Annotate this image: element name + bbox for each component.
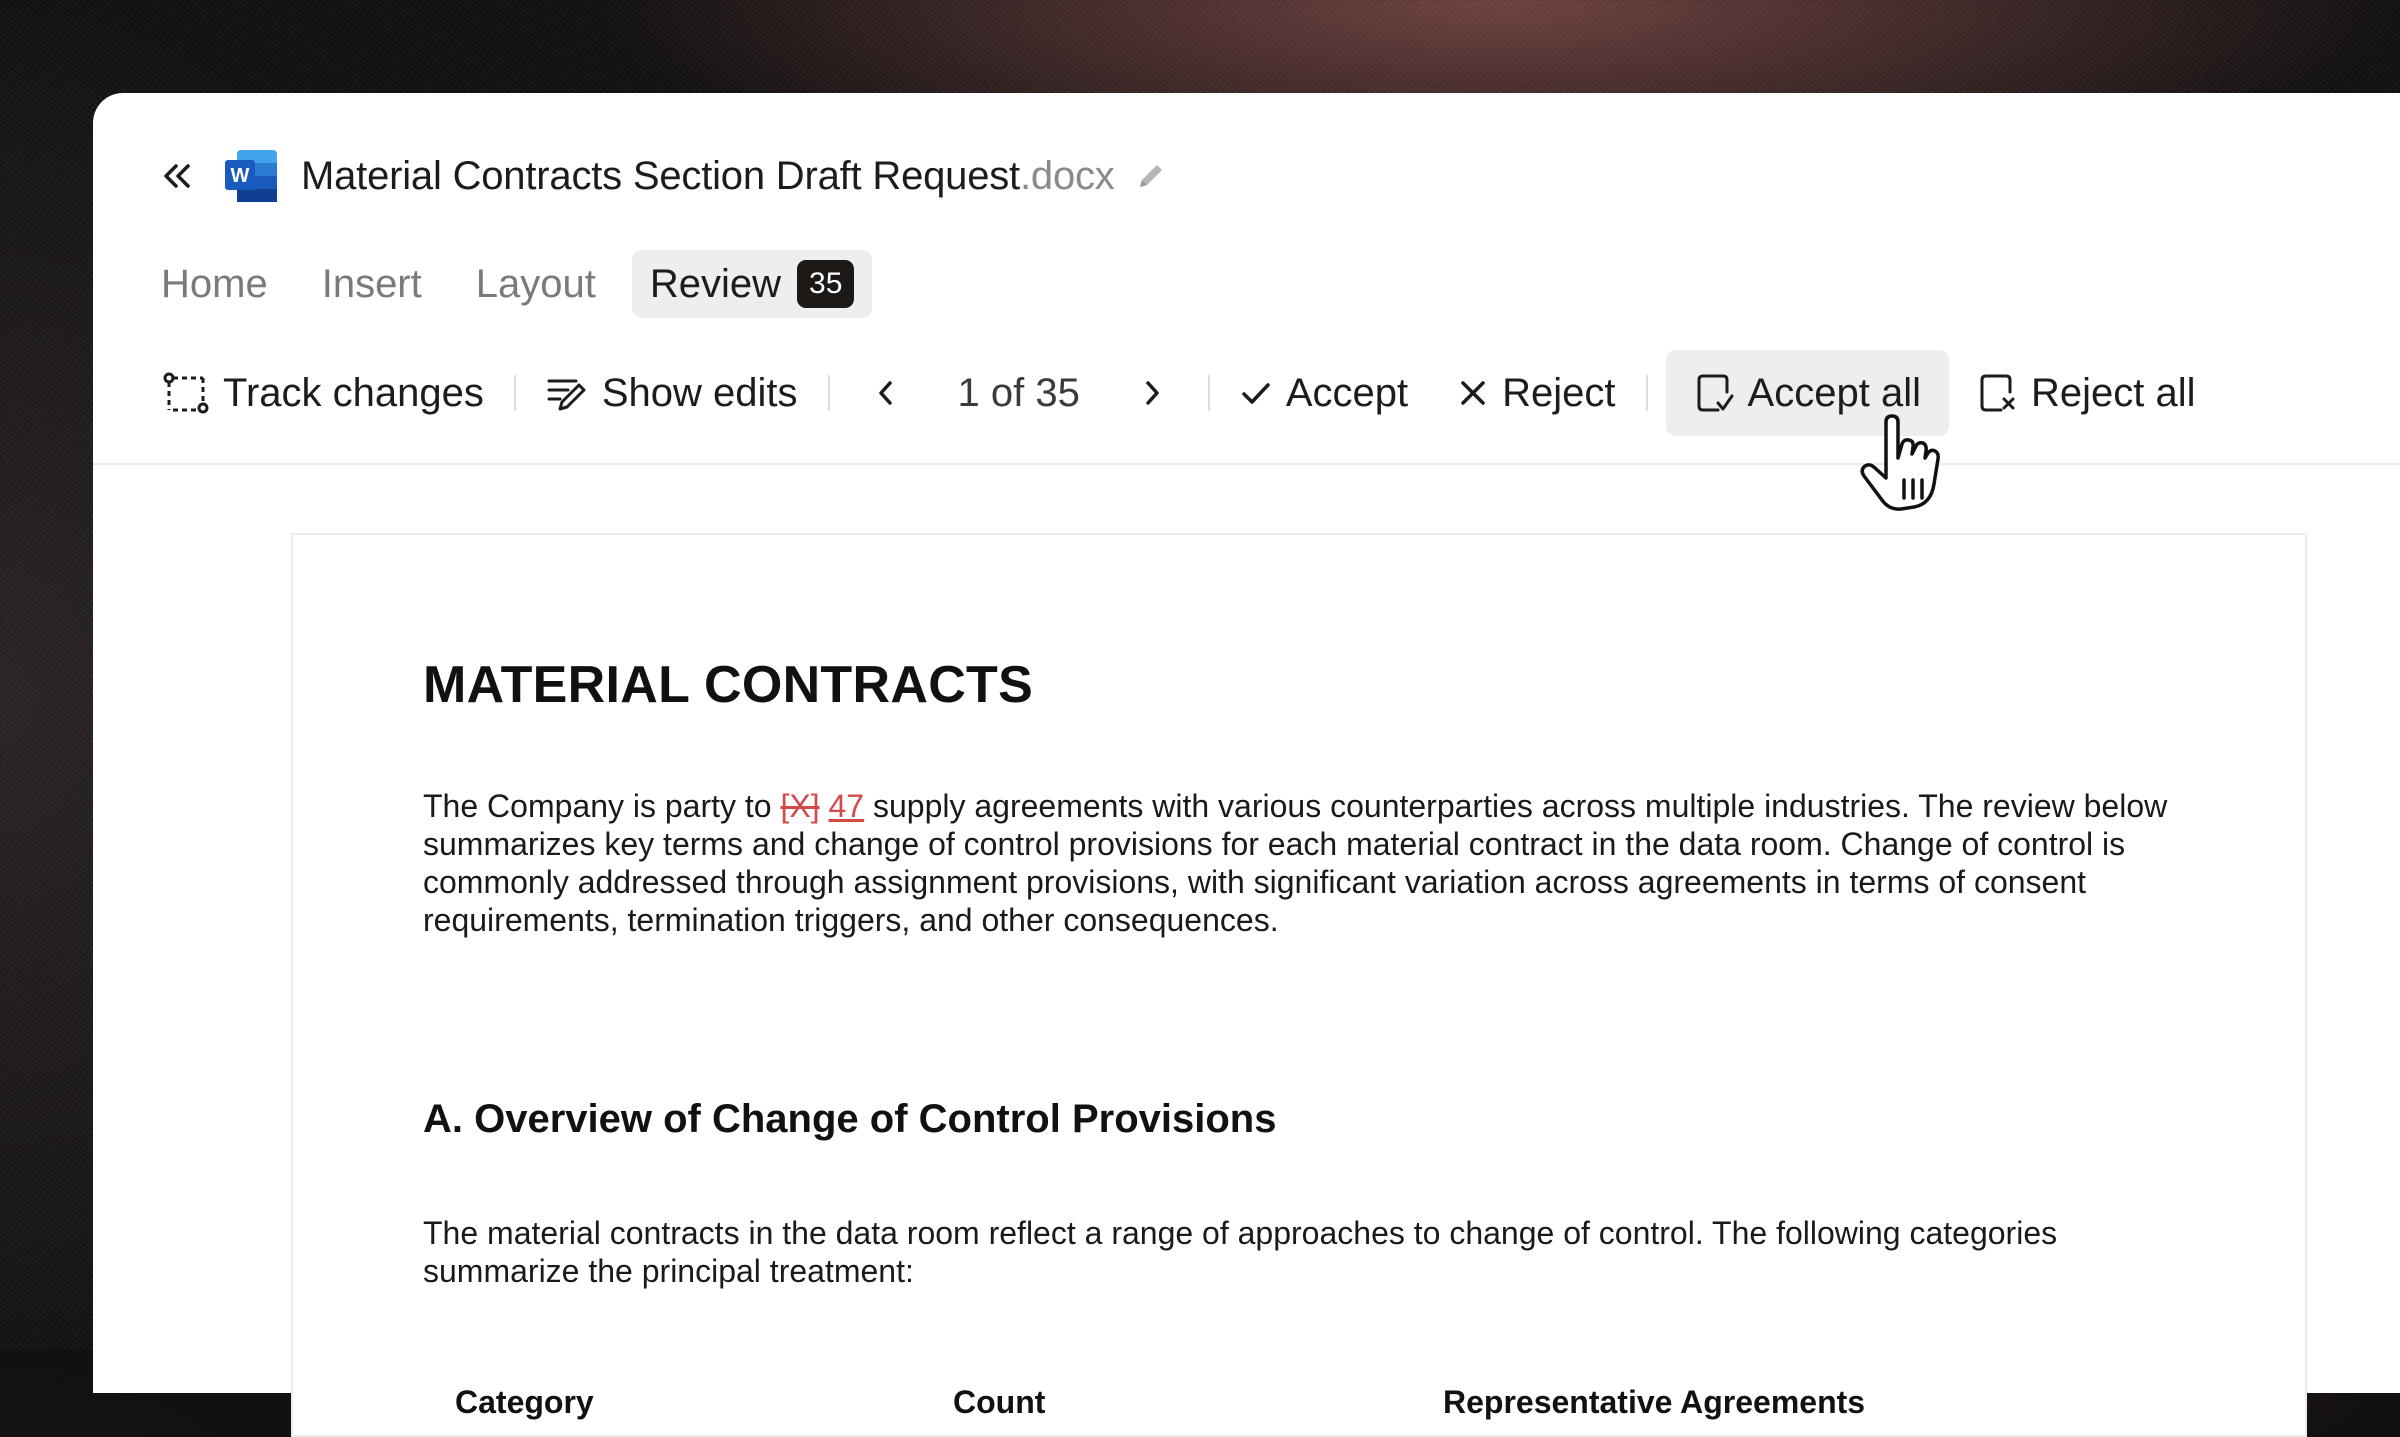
paragraph-intro[interactable]: The Company is party to [X] 47 supply ag… (423, 787, 2183, 939)
change-counter: 1 of 35 (957, 370, 1080, 415)
close-icon (1461, 381, 1485, 405)
tab-home[interactable]: Home (143, 252, 286, 317)
track-changes-button[interactable]: Track changes (163, 350, 484, 436)
paragraph-overview[interactable]: The material contracts in the data room … (423, 1214, 2183, 1290)
review-count-badge: 35 (797, 260, 855, 308)
document-page[interactable]: MATERIAL CONTRACTS The Company is party … (291, 533, 2307, 1437)
tab-layout[interactable]: Layout (458, 252, 614, 317)
tracked-deletion[interactable]: [X] (780, 788, 819, 824)
section-heading: A. Overview of Change of Control Provisi… (423, 1097, 1277, 1141)
chevron-right-icon (1146, 381, 1159, 405)
toolbar-divider (513, 375, 516, 411)
word-icon-letter: W (231, 165, 250, 187)
document-title[interactable]: Material Contracts Section Draft Request… (301, 154, 1115, 199)
file-name: Material Contracts Section Draft Request (301, 153, 1020, 198)
chevron-left-icon (878, 381, 892, 405)
reject-all-button[interactable]: Reject all (1979, 350, 2196, 436)
previous-change-button[interactable] (860, 367, 912, 419)
show-edits-button[interactable]: Show edits (546, 350, 798, 436)
tab-home-label: Home (161, 261, 268, 306)
next-change-button[interactable] (1126, 367, 1178, 419)
toolbar-divider (1645, 375, 1648, 411)
table-header-category: Category (455, 1384, 594, 1420)
document-heading: MATERIAL CONTRACTS (423, 656, 1034, 714)
ribbon-tabs: Home Insert Layout Review 35 (143, 250, 873, 318)
track-changes-label: Track changes (223, 370, 484, 415)
pencil-icon[interactable] (1133, 158, 1169, 194)
tracked-insertion[interactable]: 47 (829, 788, 865, 824)
reject-all-label: Reject all (2030, 370, 2196, 415)
show-edits-label: Show edits (601, 370, 798, 415)
hand-pointer-icon (1860, 414, 1940, 511)
double-chevron-left-icon[interactable] (145, 144, 209, 208)
toolbar-divider (1207, 375, 1210, 411)
tab-layout-label: Layout (475, 261, 596, 306)
title-bar: W Material Contracts Section Draft Reque… (145, 133, 1169, 219)
tab-review-label: Review (649, 261, 782, 306)
accept-all-label: Accept all (1747, 370, 1921, 415)
table-header-representative-agreements: Representative Agreements (1443, 1384, 1866, 1420)
toolbar-divider-line (93, 463, 2400, 465)
reject-label: Reject (1502, 370, 1616, 415)
accept-button[interactable]: Accept (1240, 350, 1408, 436)
document-check-icon (1697, 374, 1734, 412)
file-extension: .docx (1019, 153, 1115, 198)
paragraph-text: The Company is party to (423, 788, 781, 824)
table-header-count: Count (953, 1384, 1046, 1420)
accept-label: Accept (1285, 370, 1409, 415)
document-x-icon (1980, 374, 2015, 412)
check-icon (1242, 383, 1270, 404)
editor-window: W Material Contracts Section Draft Reque… (93, 93, 2400, 1437)
show-edits-icon (547, 379, 586, 411)
tab-review[interactable]: Review 35 (631, 250, 873, 318)
track-changes-icon (163, 372, 209, 414)
word-icon: W (223, 148, 279, 204)
tab-insert-label: Insert (321, 261, 422, 306)
toolbar-divider (827, 375, 830, 411)
tab-insert[interactable]: Insert (304, 252, 440, 317)
reject-button[interactable]: Reject (1458, 350, 1616, 436)
